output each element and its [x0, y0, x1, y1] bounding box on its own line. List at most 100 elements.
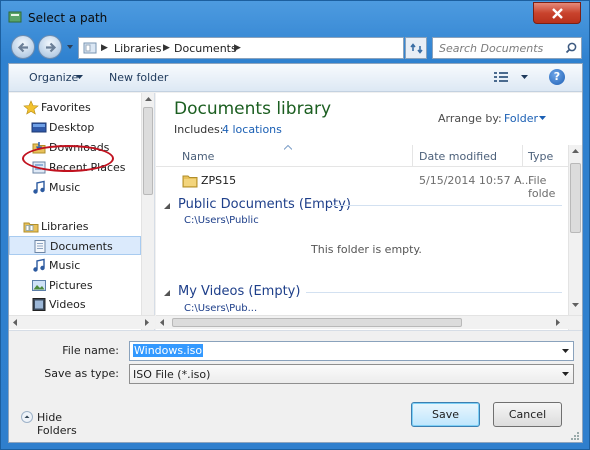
file-name-dropdown-icon[interactable]: [562, 349, 569, 354]
arrange-by-label: Arrange by:: [438, 112, 502, 125]
dialog-window: Select a path ▶ Libraries ▶ Documents ▶ …: [0, 0, 590, 450]
view-dropdown-icon[interactable]: [521, 75, 528, 80]
save-as-type-dropdown-icon[interactable]: [562, 372, 569, 377]
close-button[interactable]: [533, 2, 581, 24]
collapse-group-icon[interactable]: [164, 201, 170, 209]
breadcrumb-documents[interactable]: Documents: [174, 42, 237, 55]
breadcrumb-separator[interactable]: ▶: [234, 43, 241, 53]
nav-libraries-label: Libraries: [41, 220, 89, 233]
nav-desktop[interactable]: Desktop: [9, 118, 141, 137]
file-name: ZPS15: [201, 174, 237, 187]
forward-button[interactable]: [38, 35, 62, 59]
arrange-by-dropdown[interactable]: Folder: [504, 112, 538, 125]
library-icon: [83, 42, 97, 54]
column-header-type[interactable]: Type: [528, 150, 553, 163]
column-divider[interactable]: [522, 145, 523, 167]
file-list-pane: Documents library Includes: 4 locations …: [156, 93, 582, 330]
scroll-up-arrow-icon[interactable]: [145, 97, 152, 102]
nav-libraries[interactable]: Libraries: [9, 217, 141, 236]
desktop-highlight-annotation: [22, 145, 114, 172]
new-folder-button[interactable]: New folder: [109, 71, 168, 84]
column-header-name[interactable]: Name: [182, 150, 214, 163]
help-icon[interactable]: ?: [549, 69, 565, 85]
file-list-scrollbar[interactable]: [568, 145, 582, 330]
library-locations-link[interactable]: 4 locations: [222, 123, 282, 136]
scroll-left-arrow-icon[interactable]: [13, 319, 18, 326]
group-header-label: My Videos (Empty): [178, 284, 301, 299]
breadcrumb-separator[interactable]: ▶: [163, 43, 170, 53]
address-bar-row: ▶ Libraries ▶ Documents ▶ Search Documen…: [8, 33, 583, 63]
nav-music-favorite[interactable]: Music: [9, 178, 141, 197]
resize-grip-icon[interactable]: [570, 431, 580, 441]
file-date-modified: 5/15/2014 10:57 A...: [419, 174, 532, 187]
nav-pictures[interactable]: Pictures: [9, 276, 141, 295]
file-name-label: File name:: [62, 344, 119, 357]
file-type: File folde: [528, 174, 556, 200]
nav-pane-scrollbar[interactable]: [141, 93, 154, 330]
group-divider: [330, 205, 562, 206]
save-button[interactable]: Save: [411, 402, 480, 427]
nav-videos[interactable]: Videos: [9, 295, 141, 314]
file-list-hscroll-thumb[interactable]: [172, 318, 462, 327]
cancel-button[interactable]: Cancel: [493, 402, 562, 427]
libraries-icon: [23, 222, 39, 233]
scroll-right-arrow-icon[interactable]: [556, 319, 561, 326]
breadcrumb-separator[interactable]: ▶: [101, 43, 108, 53]
dialog-client-area: Organize New folder ? Favorites Desktop …: [8, 63, 583, 443]
close-icon: [552, 8, 563, 19]
search-icon[interactable]: [565, 42, 577, 54]
view-options-icon[interactable]: [493, 71, 509, 84]
library-title: Documents library: [174, 99, 332, 119]
column-divider[interactable]: [412, 145, 413, 167]
column-header-date-modified[interactable]: Date modified: [419, 150, 497, 163]
command-toolbar: Organize New folder ?: [9, 64, 582, 92]
folder-icon: [182, 175, 198, 188]
file-row[interactable]: ZPS15 5/15/2014 10:57 A... File folde: [156, 170, 568, 200]
music-icon: [33, 258, 45, 272]
file-list-scroll-thumb[interactable]: [570, 163, 581, 233]
nav-favorites[interactable]: Favorites: [9, 98, 141, 117]
save-form-area: File name: Windows.iso Save as type: ISO…: [9, 330, 582, 442]
recent-pages-dropdown-icon[interactable]: [66, 43, 74, 51]
scroll-down-arrow-icon[interactable]: [572, 303, 579, 308]
window-title: Select a path: [28, 11, 108, 25]
file-name-input[interactable]: Windows.iso: [129, 341, 574, 361]
column-header-row: Name Date modified Type: [156, 145, 568, 167]
documents-icon: [34, 240, 46, 253]
organize-button[interactable]: Organize: [29, 71, 78, 84]
scroll-right-arrow-icon[interactable]: [145, 319, 150, 326]
back-arrow-icon: [17, 42, 28, 53]
title-bar[interactable]: Select a path: [1, 1, 589, 33]
breadcrumb-libraries[interactable]: Libraries: [114, 42, 162, 55]
nav-documents[interactable]: Documents: [9, 236, 141, 255]
chevron-up-icon: [21, 411, 33, 423]
sort-ascending-icon: [284, 145, 292, 150]
save-as-type-label: Save as type:: [44, 367, 119, 380]
organize-dropdown-icon[interactable]: [76, 75, 83, 80]
nav-pane-hscrollbar[interactable]: [9, 315, 155, 329]
refresh-icon: [410, 43, 423, 54]
nav-documents-label: Documents: [50, 240, 113, 253]
scroll-up-arrow-icon[interactable]: [572, 149, 579, 154]
back-button[interactable]: [11, 35, 35, 59]
music-icon: [33, 180, 45, 194]
desktop-icon: [31, 122, 47, 133]
pictures-icon: [32, 280, 46, 291]
refresh-button[interactable]: [405, 37, 427, 59]
file-list-hscrollbar[interactable]: [156, 315, 582, 329]
nav-music[interactable]: Music: [9, 256, 141, 275]
file-name-value: Windows.iso: [133, 344, 204, 357]
address-bar[interactable]: ▶ Libraries ▶ Documents ▶: [78, 37, 471, 59]
nav-videos-label: Videos: [49, 298, 86, 311]
search-input[interactable]: Search Documents: [432, 37, 582, 59]
save-as-type-select[interactable]: ISO File (*.iso): [129, 364, 574, 384]
hide-folders-label: Hide Folders: [37, 411, 77, 437]
arrange-by-dropdown-icon[interactable]: [539, 116, 546, 121]
group-divider: [306, 292, 562, 293]
collapse-group-icon[interactable]: [164, 288, 170, 296]
empty-folder-message: This folder is empty.: [311, 243, 422, 256]
scroll-left-arrow-icon[interactable]: [160, 319, 165, 326]
star-icon: [23, 100, 39, 115]
group-path: C:\Users\Pub...: [184, 303, 258, 314]
nav-pane-scroll-thumb[interactable]: [143, 107, 153, 195]
